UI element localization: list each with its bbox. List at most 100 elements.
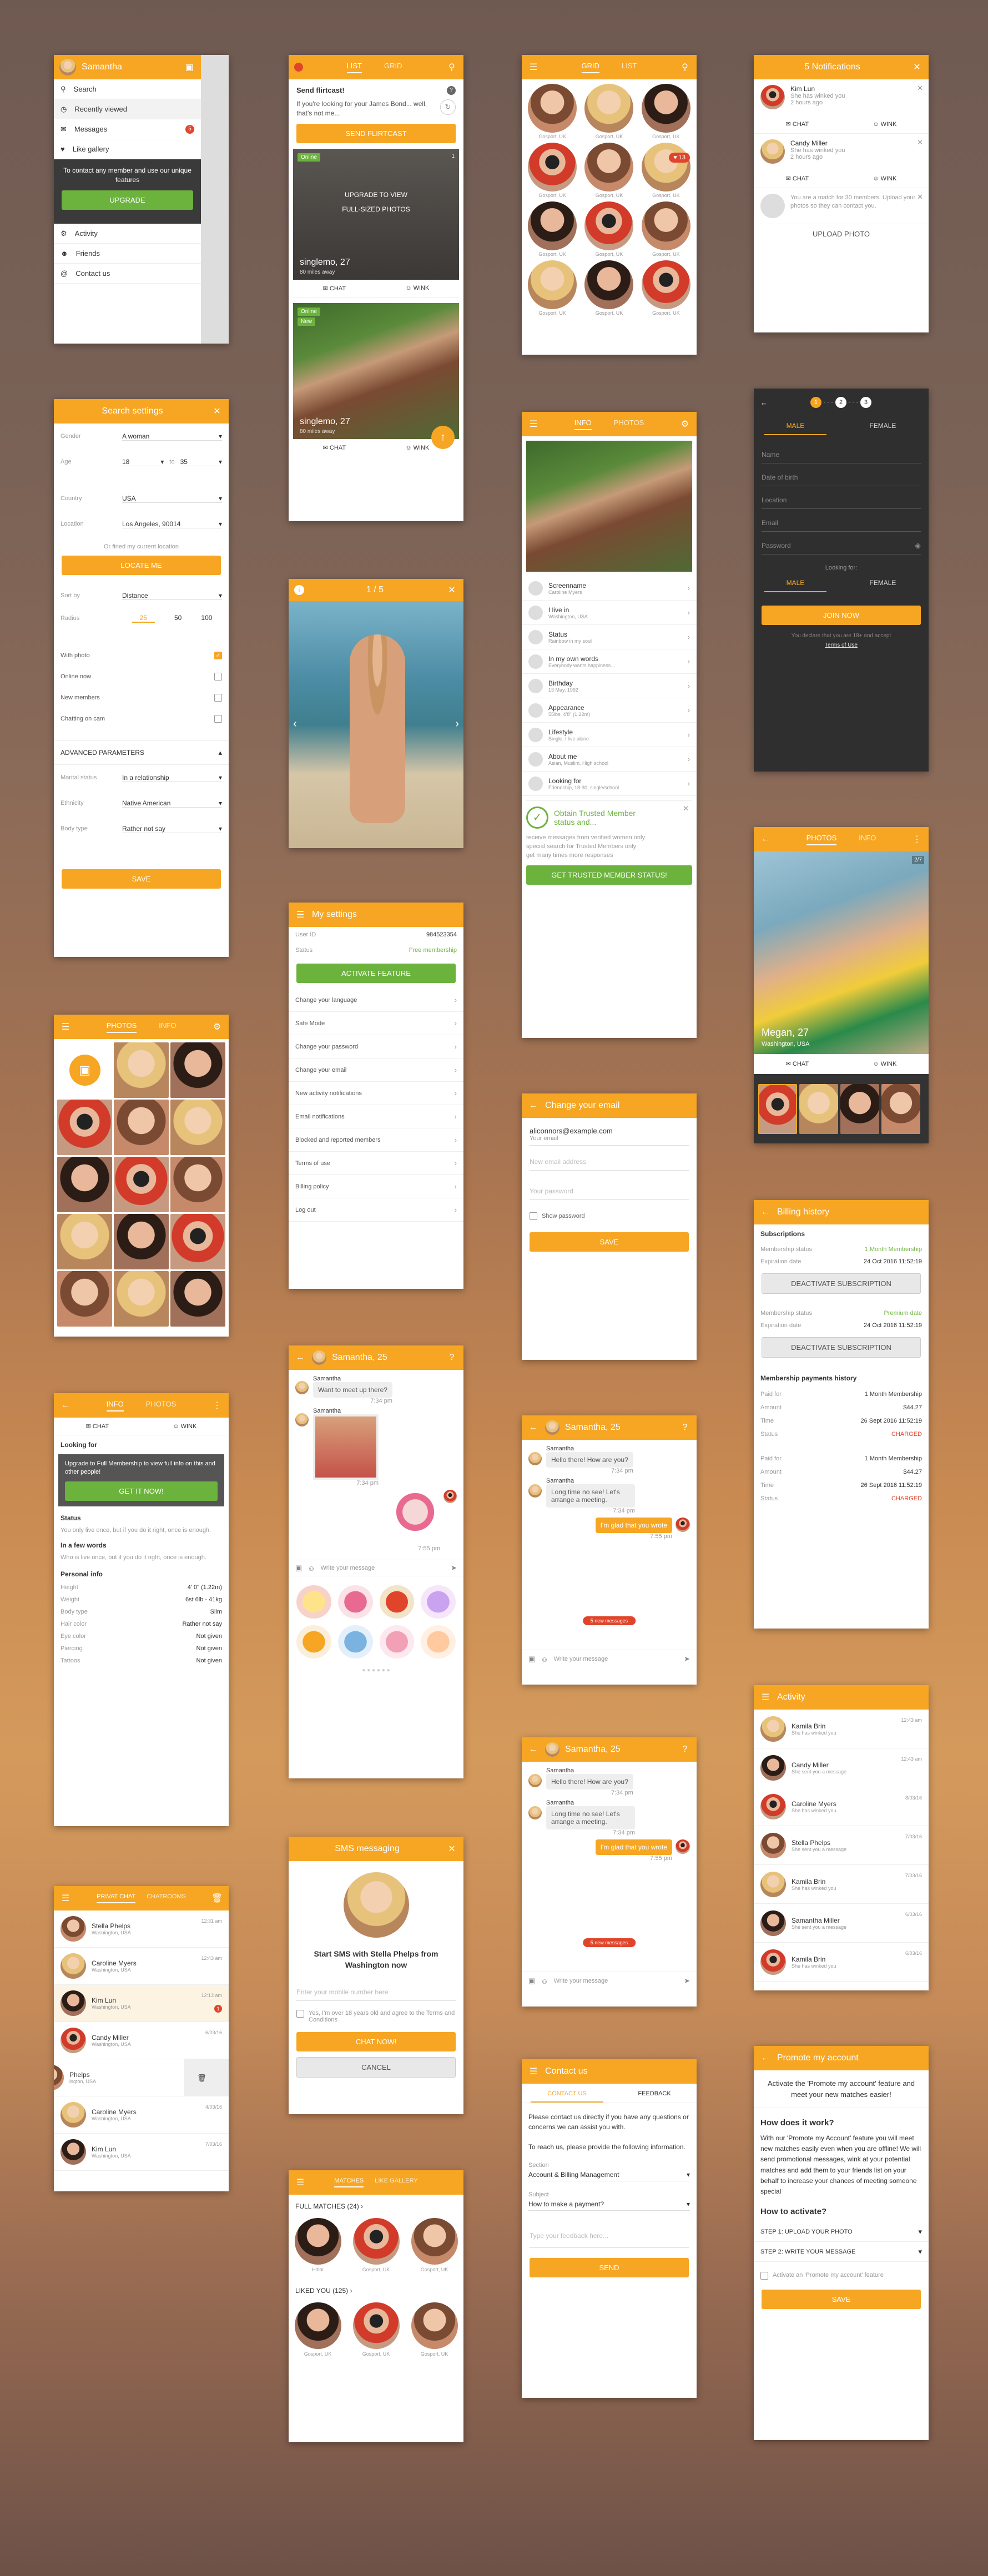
chat-button[interactable]: ✉ CHAT xyxy=(323,444,346,451)
menu-item-contact[interactable]: @ Contact us xyxy=(54,264,201,284)
eye-icon[interactable]: ◉ xyxy=(915,542,921,550)
photo-thumbnail[interactable] xyxy=(114,1100,169,1155)
save-button[interactable]: SAVE xyxy=(530,1232,689,1252)
match-profile[interactable]: Gosport, UK xyxy=(352,2218,400,2272)
sort-select[interactable]: Distance ▾ xyxy=(122,592,222,600)
activity-item[interactable]: Stella Phelps She sent you a message 7/03/… xyxy=(754,1826,929,1865)
tab-private-chat[interactable]: PRIVAT CHAT xyxy=(97,1893,136,1903)
camera-icon[interactable]: ▣ xyxy=(528,1977,535,1985)
tab-info[interactable]: INFO xyxy=(159,1021,176,1033)
tab-info[interactable]: INFO xyxy=(859,834,876,845)
looking-female-tab[interactable]: FEMALE xyxy=(847,579,918,592)
profile-field[interactable]: About me Asian, Muslim, High school › xyxy=(522,747,697,772)
thumbnail[interactable] xyxy=(799,1083,838,1134)
back-arrow-icon[interactable]: ← xyxy=(760,399,768,407)
registration-input[interactable]: Date of birth xyxy=(762,463,921,486)
advanced-parameters-toggle[interactable]: ADVANCED PARAMETERS ▴ xyxy=(54,740,229,765)
grid-profile[interactable]: Gosport, UK xyxy=(525,201,579,257)
step-1-row[interactable]: STEP 1: UPLOAD YOUR PHOTO ▾ xyxy=(754,2222,929,2242)
section-select[interactable]: Account & Billing Management ▾ xyxy=(528,2169,690,2181)
tab-photos[interactable]: PHOTOS xyxy=(106,1021,137,1033)
looking-male-tab[interactable]: MALE xyxy=(764,579,827,592)
settings-item[interactable]: New activity notifications › xyxy=(289,1082,463,1105)
sticker[interactable] xyxy=(379,1625,415,1658)
profile-field[interactable]: Lifestyle Single, I live alone › xyxy=(522,723,697,747)
thumbnail[interactable] xyxy=(881,1083,920,1134)
avatar[interactable] xyxy=(312,1350,326,1365)
full-photo[interactable]: ‹ › xyxy=(289,601,463,848)
menu-item-friends[interactable]: ☻ Friends xyxy=(54,244,201,264)
sticker[interactable] xyxy=(379,1585,415,1619)
save-button[interactable]: SAVE xyxy=(62,869,221,889)
back-arrow-icon[interactable]: ← xyxy=(59,1399,72,1411)
camera-icon[interactable]: ▣ xyxy=(183,61,195,73)
menu-icon[interactable]: ☰ xyxy=(294,2176,306,2189)
back-arrow-icon[interactable]: ← xyxy=(527,1743,540,1756)
match-profile[interactable]: Hdlal xyxy=(294,2218,341,2272)
radius-25[interactable]: 25 xyxy=(132,614,155,623)
photo-thumbnail[interactable] xyxy=(114,1271,169,1327)
menu-icon[interactable]: ☰ xyxy=(527,418,540,430)
online-now-checkbox[interactable] xyxy=(214,673,222,680)
menu-item-activity[interactable]: ⚙ Activity xyxy=(54,224,201,244)
send-icon[interactable]: ➤ xyxy=(684,1977,690,1985)
age-to-select[interactable]: 35 ▾ xyxy=(180,458,222,466)
notification-2[interactable]: Candy Miller She has winked you 2 hours ag… xyxy=(754,134,929,169)
upload-photo-button[interactable]: UPLOAD PHOTO xyxy=(754,224,929,244)
next-photo-icon[interactable]: › xyxy=(455,718,459,730)
more-icon[interactable]: ⋮ xyxy=(211,1399,223,1411)
tab-contact-us[interactable]: CONTACT US xyxy=(531,2090,603,2103)
menu-icon[interactable]: ☰ xyxy=(294,909,306,921)
help-icon[interactable]: ? xyxy=(447,86,456,95)
profile-card-1[interactable]: Online 1 UPGRADE TO VIEW FULL-SIZED PHOTO… xyxy=(293,148,459,280)
scroll-up-button[interactable]: ↑ xyxy=(431,425,455,449)
new-email-input[interactable]: New email address xyxy=(530,1153,689,1171)
profile-photo[interactable] xyxy=(526,441,692,572)
registration-input[interactable]: Password ◉ xyxy=(762,532,921,554)
chat-button[interactable]: ✉ CHAT xyxy=(786,1060,809,1067)
close-icon[interactable]: ✕ xyxy=(211,405,223,417)
grid-profile[interactable]: Gosport, UK xyxy=(639,143,693,198)
notification-3[interactable]: You are a match for 30 members. Upload y… xyxy=(754,188,929,224)
wink-button[interactable]: ☺ WINK xyxy=(873,121,896,128)
avatar[interactable] xyxy=(545,1420,559,1435)
chat-now-button[interactable]: CHAT NOW! xyxy=(296,2032,456,2052)
menu-item-like-gallery[interactable]: ♥ Like gallery xyxy=(54,139,201,159)
tab-info[interactable]: INFO xyxy=(106,1400,124,1411)
join-now-button[interactable]: JOIN NOW xyxy=(762,606,921,625)
wink-button[interactable]: ☺ WINK xyxy=(405,285,429,291)
sticker[interactable] xyxy=(421,1585,456,1619)
wink-button[interactable]: ☺ WINK xyxy=(405,445,429,451)
new-messages-pill[interactable]: 5 new messages xyxy=(582,1616,636,1625)
avatar[interactable] xyxy=(59,59,76,75)
info-icon[interactable]: i xyxy=(294,585,304,595)
tab-list[interactable]: LIST xyxy=(346,62,362,73)
grid-profile[interactable]: Gosport, UK xyxy=(525,260,579,316)
country-select[interactable]: USA ▾ xyxy=(122,495,222,503)
save-button[interactable]: SAVE xyxy=(762,2290,921,2310)
grid-profile[interactable]: Gosport, UK xyxy=(639,201,693,257)
photo-thumbnail[interactable] xyxy=(114,1214,169,1269)
tab-photos[interactable]: PHOTOS xyxy=(806,834,837,845)
tab-feedback[interactable]: FEEDBACK xyxy=(621,2090,687,2103)
profile-field[interactable]: Birthday 13 May, 1992 › xyxy=(522,674,697,698)
age-from-select[interactable]: 18 ▾ xyxy=(122,458,164,466)
settings-item[interactable]: Terms of use › xyxy=(289,1152,463,1175)
search-icon[interactable]: ⚲ xyxy=(679,61,691,73)
sticker[interactable] xyxy=(337,1585,373,1619)
message-input[interactable]: Write your message xyxy=(554,1656,679,1662)
tab-photos[interactable]: PHOTOS xyxy=(614,419,644,430)
photo-message[interactable] xyxy=(313,1414,379,1480)
message-input[interactable]: Write your message xyxy=(321,1565,446,1571)
cancel-button[interactable]: CANCEL xyxy=(296,2057,456,2078)
menu-icon[interactable]: ☰ xyxy=(59,1021,72,1033)
conversation-item[interactable]: Kim Lun Washington, USA 7/03/16 xyxy=(54,2134,229,2171)
body-type-select[interactable]: Rather not say ▾ xyxy=(122,825,222,833)
radius-50[interactable]: 50 xyxy=(174,614,182,623)
settings-item[interactable]: Change your password › xyxy=(289,1035,463,1058)
ethnicity-select[interactable]: Native American ▾ xyxy=(122,799,222,808)
password-input[interactable]: Your password xyxy=(530,1183,689,1200)
new-members-checkbox[interactable] xyxy=(214,694,222,702)
new-count-badge[interactable]: ♥ 13 xyxy=(669,153,690,163)
conversation-item[interactable]: Candy Miller Washington, USA 6/03/16 xyxy=(54,2022,229,2059)
